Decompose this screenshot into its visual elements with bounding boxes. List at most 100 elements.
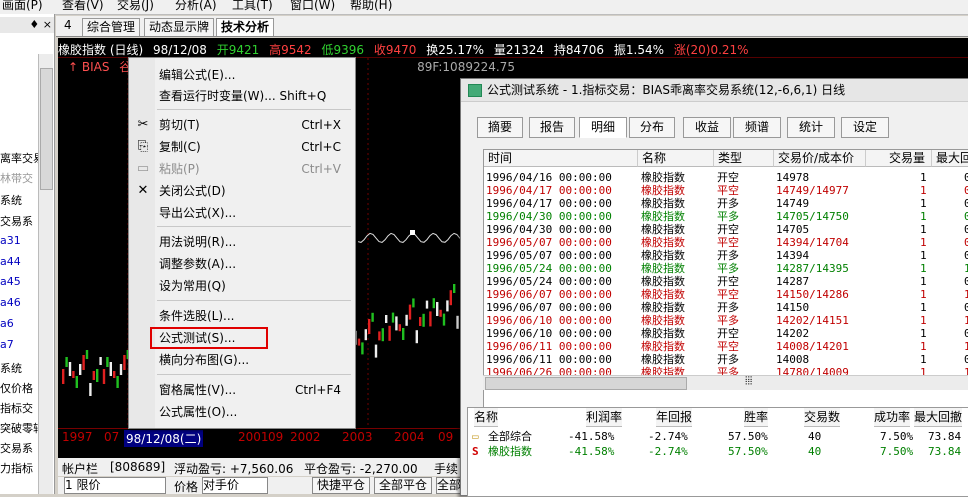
dialog-title-bar: 公式测试系统 - 1.指标交易：BIAS乖离率交易系统(12,-6,6,1) 日… xyxy=(461,79,968,102)
menu-item-window[interactable]: 窗口(W) xyxy=(290,0,335,13)
menu-item[interactable]: 查看运行时变量(W)... Shift+Q xyxy=(129,86,355,106)
detail-hscrollbar[interactable]: ⦙⦙⦙ xyxy=(483,374,968,390)
tab-statistics[interactable]: 统计 xyxy=(787,117,835,138)
menu-item-tools[interactable]: 工具(T) xyxy=(232,0,273,13)
menu-item[interactable]: 窗格属性(V)... Ctrl+F4 xyxy=(129,380,355,400)
table-row[interactable]: 1996/04/30 00:00:00 橡胶指数 平多 14705/14750 1 0 xyxy=(484,210,968,223)
sidebar-item[interactable]: a31 xyxy=(0,234,21,247)
summary-row[interactable]: ▭ 全部综合 -41.58% -2.74% 57.50% 40 7.50% 73.84 xyxy=(468,430,968,444)
table-row[interactable]: 1996/04/16 00:00:00 橡胶指数 开空 14978 1 0 xyxy=(484,171,968,184)
tab-dynamic-board[interactable]: 动态显示牌 xyxy=(144,18,215,36)
summary-header-annual-return[interactable]: 年回报 xyxy=(656,408,693,427)
menu-item-help[interactable]: 帮助(H) xyxy=(350,0,392,13)
table-row[interactable]: 1996/06/07 00:00:00 橡胶指数 开多 14150 1 0 xyxy=(484,301,968,314)
tab-report[interactable]: 报告 xyxy=(529,117,575,138)
menu-item[interactable]: 条件选股(L)... xyxy=(129,306,355,326)
cell-type: 开多 xyxy=(717,197,739,210)
summary-row[interactable]: S 橡胶指数 -41.58% -2.74% 57.50% 40 7.50% 73.84 xyxy=(468,445,968,459)
menu-item-shortcut: Ctrl+F4 xyxy=(295,383,341,397)
menu-item-analysis[interactable]: 分析(A) xyxy=(175,0,217,13)
summary-header-name[interactable]: 名称 xyxy=(474,408,499,427)
menu-item[interactable]: 调整参数(A)... xyxy=(129,254,355,274)
column-header-type[interactable]: 类型 xyxy=(714,150,774,167)
tab-detail[interactable]: 明细 xyxy=(579,117,627,138)
summary-cell-profit: -41.58% xyxy=(568,445,615,458)
column-header-qty[interactable]: 交易量 xyxy=(866,150,932,167)
menu-item[interactable]: 横向分布图(G)... xyxy=(129,350,355,370)
table-row[interactable]: 1996/04/17 00:00:00 橡胶指数 平空 14749/14977 1 0 xyxy=(484,184,968,197)
table-row[interactable]: 1996/05/07 00:00:00 橡胶指数 开多 14394 1 0 xyxy=(484,249,968,262)
menu-item[interactable]: 编辑公式(E)... xyxy=(129,65,355,85)
sidebar-item[interactable]: 力指标 xyxy=(0,460,33,476)
summary-header-trades[interactable]: 交易数 xyxy=(804,408,841,427)
price-select[interactable]: 对手价 xyxy=(202,477,268,494)
tab-spectrum[interactable]: 频谱 xyxy=(733,117,781,138)
column-header-max-drawdown[interactable]: 最大回 xyxy=(932,150,968,167)
tab-summary[interactable]: 摘要 xyxy=(477,117,523,138)
table-row[interactable]: 1996/05/24 00:00:00 橡胶指数 开空 14287 1 0 xyxy=(484,275,968,288)
menu-item[interactable]: ⎘ 复制(C) Ctrl+C xyxy=(129,137,355,157)
all-button[interactable]: 全部 xyxy=(436,477,462,494)
table-row[interactable]: 1996/06/10 00:00:00 橡胶指数 开空 14202 1 0 xyxy=(484,327,968,340)
menu-item-view-screen[interactable]: 画面(P) xyxy=(2,0,43,13)
tab-technical-analysis[interactable]: 技术分析 xyxy=(216,18,275,36)
column-header-name[interactable]: 名称 xyxy=(638,150,714,167)
menu-separator xyxy=(157,226,351,227)
detail-hscroll-thumb[interactable] xyxy=(485,377,687,390)
sidebar-item[interactable]: a6 xyxy=(0,317,14,330)
summary-header-win-rate[interactable]: 胜率 xyxy=(744,408,769,427)
quick-close-button[interactable]: 快捷平仓 xyxy=(312,477,370,494)
cell-qty: 1 xyxy=(920,301,927,314)
sidebar-item[interactable]: 交易系 xyxy=(0,213,33,229)
candle-bar xyxy=(442,313,446,326)
sidebar-item[interactable]: 指标交 xyxy=(0,400,33,416)
menu-item[interactable]: ✕ 关闭公式(D) xyxy=(129,181,355,201)
sidebar-item[interactable]: 系统 xyxy=(0,192,22,208)
sidebar-item[interactable]: a7 xyxy=(0,338,14,351)
sidebar-item[interactable]: 系统 xyxy=(0,360,22,376)
tab-settings[interactable]: 设定 xyxy=(841,117,889,138)
column-header-price[interactable]: 交易价/成本价 xyxy=(774,150,866,167)
candle-bar xyxy=(102,369,106,384)
menu-item[interactable]: 用法说明(R)... xyxy=(129,232,355,252)
sidebar-item[interactable]: a46 xyxy=(0,296,21,309)
sidebar-pin-close-icon[interactable]: ♦ × xyxy=(29,18,52,31)
sidebar-scroll-thumb[interactable] xyxy=(40,68,53,190)
table-row[interactable]: 1996/05/24 00:00:00 橡胶指数 平多 14287/14395 1 1 xyxy=(484,262,968,275)
table-row[interactable]: 1996/04/30 00:00:00 橡胶指数 开空 14705 1 0 xyxy=(484,223,968,236)
summary-header-success-rate[interactable]: 成功率 xyxy=(874,408,911,427)
cell-time: 1996/04/17 00:00:00 xyxy=(486,184,612,197)
menu-item[interactable]: 导出公式(X)... xyxy=(129,203,355,223)
cell-time: 1996/04/30 00:00:00 xyxy=(486,210,612,223)
menu-item[interactable]: 设为常用(Q) xyxy=(129,276,355,296)
close-all-button[interactable]: 全部平仓 xyxy=(374,477,432,494)
menu-item[interactable]: ▭ 粘贴(P) Ctrl+V xyxy=(129,159,355,179)
sidebar-item[interactable]: 林带交 xyxy=(0,170,33,186)
tab-distribution[interactable]: 分布 xyxy=(629,117,675,138)
summary-header-max-drawdown[interactable]: 最大回撤 xyxy=(914,408,963,427)
table-row[interactable]: 1996/04/17 00:00:00 橡胶指数 开多 14749 1 0 xyxy=(484,197,968,210)
order-type-select[interactable]: 1 限价 xyxy=(64,477,166,494)
sidebar-item[interactable]: a45 xyxy=(0,275,21,288)
sidebar-item[interactable]: 交易系 xyxy=(0,440,33,456)
sidebar-item[interactable]: a44 xyxy=(0,255,21,268)
menu-item[interactable]: 公式属性(O)... xyxy=(129,402,355,422)
table-row[interactable]: 1996/06/11 00:00:00 橡胶指数 开多 14008 1 0 xyxy=(484,353,968,366)
tab-scroll-arrow-icon[interactable]: 4 xyxy=(64,18,72,32)
menu-item-view[interactable]: 查看(V) xyxy=(62,0,104,13)
table-row[interactable]: 1996/05/07 00:00:00 橡胶指数 平空 14394/14704 1 0 xyxy=(484,236,968,249)
column-header-time[interactable]: 时间 xyxy=(484,150,638,167)
table-row[interactable]: 1996/06/10 00:00:00 橡胶指数 平多 14202/14151 1 1 xyxy=(484,314,968,327)
sidebar-scrollbar[interactable] xyxy=(38,54,53,494)
account-label: 帐户栏 xyxy=(62,462,99,476)
table-row[interactable]: 1996/06/07 00:00:00 橡胶指数 平空 14150/14286 1 1 xyxy=(484,288,968,301)
sidebar-item[interactable]: 仅价格 xyxy=(0,380,33,396)
tab-overview[interactable]: 综合管理 xyxy=(82,18,141,36)
cell-max: 0 xyxy=(964,171,968,184)
table-row[interactable]: 1996/06/11 00:00:00 橡胶指数 平空 14008/14201 1 1 xyxy=(484,340,968,353)
summary-header-profit-rate[interactable]: 利润率 xyxy=(586,408,623,427)
menu-item[interactable]: ✂ 剪切(T) Ctrl+X xyxy=(129,115,355,135)
menu-item-trade[interactable]: 交易(J) xyxy=(117,0,154,13)
low-price: 低9396 xyxy=(321,43,365,57)
tab-profit[interactable]: 收益 xyxy=(683,117,731,138)
